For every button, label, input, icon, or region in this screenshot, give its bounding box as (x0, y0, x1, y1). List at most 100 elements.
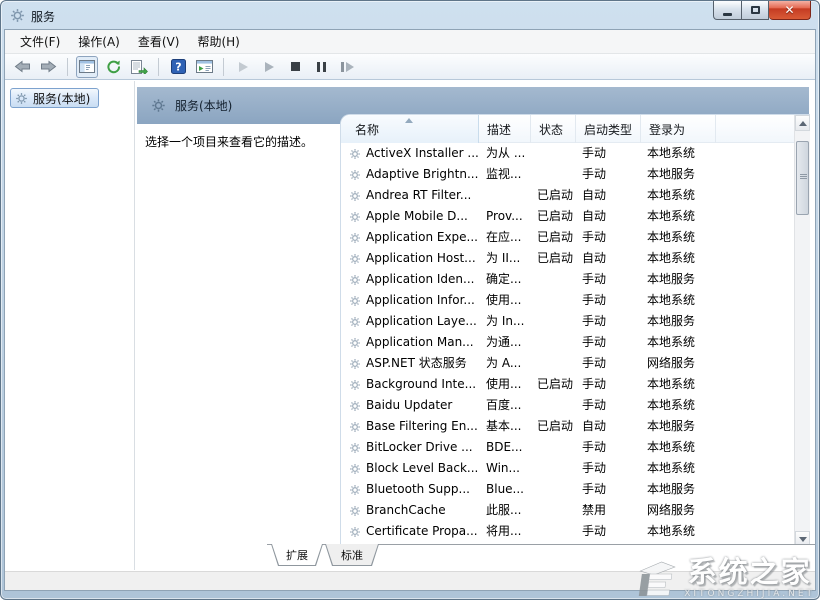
tab-label: 扩展 (272, 544, 322, 565)
tree-item-services-local[interactable]: 服务(本地) (10, 88, 99, 108)
service-status: 已启动 (537, 248, 577, 269)
service-description: 监视... (486, 164, 530, 185)
service-row[interactable]: Application Host... 为 II... 已启动 自动 本地系统 (341, 248, 794, 269)
column-header-label: 登录为 (649, 121, 685, 138)
tab-standard[interactable]: 标准 (325, 544, 379, 566)
service-row[interactable]: Andrea RT Filter... 已启动 自动 本地系统 (341, 185, 794, 206)
service-row[interactable]: Background Inte... 使用... 已启动 手动 本地系统 (341, 374, 794, 395)
service-row[interactable]: Baidu Updater 百度... 手动 本地系统 (341, 395, 794, 416)
service-startup-type: 手动 (582, 311, 640, 332)
service-description: 此服... (486, 500, 530, 521)
show-action-pane-button[interactable] (193, 56, 215, 78)
column-header-status[interactable]: 状态 (531, 115, 576, 143)
start-service-button[interactable] (232, 56, 254, 78)
column-header-startup-type[interactable]: 启动类型 (576, 115, 641, 143)
service-name: Apple Mobile D... (366, 206, 478, 227)
show-action-pane-icon (196, 60, 213, 73)
service-description: 将用... (486, 521, 530, 542)
service-row[interactable]: Application Iden... 确定... 手动 本地服务 (341, 269, 794, 290)
back-icon (14, 60, 31, 73)
service-name: Block Level Back... (366, 458, 478, 479)
service-description: 为通... (486, 332, 530, 353)
play-button[interactable] (258, 56, 280, 78)
scrollbar-grip-icon (800, 174, 807, 175)
menu-action[interactable]: 操作(A) (69, 30, 129, 53)
menu-help[interactable]: 帮助(H) (188, 30, 248, 53)
export-list-button[interactable] (128, 56, 150, 78)
menu-file[interactable]: 文件(F) (11, 30, 69, 53)
show-console-tree-button[interactable] (76, 56, 98, 78)
service-row[interactable]: Apple Mobile D... Prov... 已启动 自动 本地系统 (341, 206, 794, 227)
service-startup-type: 手动 (582, 521, 640, 542)
svg-text:?: ? (175, 61, 181, 74)
service-description: BDE... (486, 437, 530, 458)
service-startup-type: 手动 (582, 269, 640, 290)
service-row[interactable]: Bluetooth Supp... Blue... 手动 本地服务 (341, 479, 794, 500)
start-service-icon (239, 62, 248, 72)
service-row[interactable]: Base Filtering En... 基本... 已启动 自动 本地服务 (341, 416, 794, 437)
service-logon-as: 网络服务 (647, 353, 747, 374)
play-icon (265, 62, 274, 72)
column-header-name[interactable]: 名称 (341, 115, 479, 143)
banner-title: 服务(本地) (175, 97, 232, 114)
service-logon-as: 本地系统 (647, 143, 747, 164)
scroll-up-button[interactable] (795, 115, 810, 131)
service-description: 在应... (486, 227, 530, 248)
services-window: 服务 ✕ 文件(F) 操作(A) 查看(V) 帮助(H) (0, 0, 820, 600)
services-gear-icon (15, 92, 28, 105)
service-startup-type: 手动 (582, 290, 640, 311)
service-row[interactable]: BitLocker Drive ... BDE... 手动 本地系统 (341, 437, 794, 458)
tab-extended[interactable]: 扩展 (271, 544, 323, 566)
service-logon-as: 本地系统 (647, 437, 747, 458)
restart-service-button[interactable] (336, 56, 358, 78)
service-logon-as: 本地系统 (647, 185, 747, 206)
service-status: 已启动 (537, 227, 577, 248)
forward-button[interactable] (37, 56, 59, 78)
service-description: Blue... (486, 479, 530, 500)
minimize-button[interactable] (713, 1, 742, 20)
service-row[interactable]: ASP.NET 状态服务 为 A... 手动 网络服务 (341, 353, 794, 374)
scrollbar-thumb[interactable] (796, 141, 809, 215)
tree-item-label: 服务(本地) (33, 90, 90, 107)
service-row[interactable]: Application Expe... 在应... 已启动 手动 本地系统 (341, 227, 794, 248)
service-name: Bluetooth Supp... (366, 479, 478, 500)
service-row[interactable]: ActiveX Installer ... 为从 ... 手动 本地系统 (341, 143, 794, 164)
service-row[interactable]: Application Infor... 使用... 手动 本地系统 (341, 290, 794, 311)
service-status (537, 437, 577, 458)
service-startup-type: 手动 (582, 374, 640, 395)
column-header-label: 状态 (539, 121, 563, 138)
menu-view[interactable]: 查看(V) (129, 30, 189, 53)
refresh-icon (106, 59, 121, 74)
title-bar[interactable]: 服务 ✕ (1, 1, 819, 29)
content-area: 服务(本地) 服务(本地) 选择一个项目来查看它的描述。 (5, 81, 815, 570)
service-status (537, 521, 577, 542)
close-button[interactable]: ✕ (769, 1, 811, 20)
column-header-logon-as[interactable]: 登录为 (641, 115, 716, 143)
vertical-scrollbar[interactable] (794, 115, 810, 547)
service-row[interactable]: Block Level Back... Win... 手动 本地系统 (341, 458, 794, 479)
stop-service-button[interactable] (284, 56, 306, 78)
menu-bar: 文件(F) 操作(A) 查看(V) 帮助(H) (5, 30, 815, 54)
service-status (537, 290, 577, 311)
service-gear-icon (349, 524, 363, 545)
service-row[interactable]: Application Man... 为通... 手动 本地系统 (341, 332, 794, 353)
column-header-description[interactable]: 描述 (479, 115, 531, 143)
service-description (486, 185, 530, 206)
toolbar-separator (158, 58, 159, 76)
refresh-button[interactable] (102, 56, 124, 78)
service-description: 使用... (486, 374, 530, 395)
service-row[interactable]: Adaptive Brightn... 监视... 手动 本地服务 (341, 164, 794, 185)
service-status (537, 500, 577, 521)
help-button[interactable]: ? (167, 56, 189, 78)
service-row[interactable]: Certificate Propa... 将用... 手动 本地系统 (341, 521, 794, 542)
description-hint: 选择一个项目来查看它的描述。 (145, 133, 313, 150)
pause-service-button[interactable] (310, 56, 332, 78)
back-button[interactable] (11, 56, 33, 78)
service-startup-type: 手动 (582, 458, 640, 479)
service-name: BranchCache (366, 500, 478, 521)
service-logon-as: 本地系统 (647, 374, 747, 395)
service-startup-type: 自动 (582, 416, 640, 437)
maximize-button[interactable] (742, 1, 769, 20)
service-row[interactable]: BranchCache 此服... 禁用 网络服务 (341, 500, 794, 521)
service-row[interactable]: Application Laye... 为 In... 手动 本地服务 (341, 311, 794, 332)
